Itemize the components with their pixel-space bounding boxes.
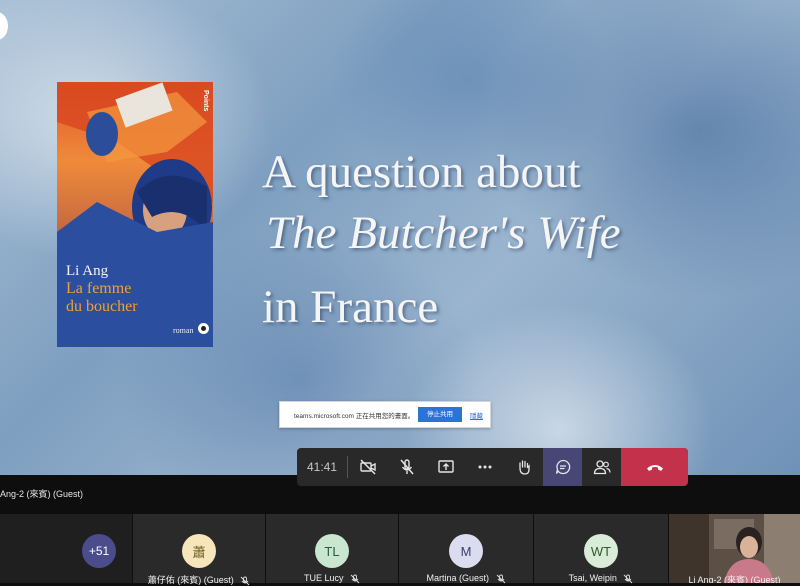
overflow-tile[interactable]: +51 [0,514,132,583]
chat-icon [555,459,570,475]
book-title-line-2: du boucher [66,298,138,315]
participant-gallery: +51 蕭 蕭仔佑 (來賓) (Guest) TL TUE Lucy M Mar… [0,512,800,586]
participant-name-text: TUE Lucy [303,573,344,583]
camera-toggle-button[interactable] [348,448,387,486]
slide-title-line-2: The Butcher's Wife [266,207,621,259]
chat-button[interactable] [543,448,582,486]
edge-indicator [0,12,8,40]
screen-share-banner: teams.microsoft.com 正在共用您的畫面。 停止共用 隱藏 [279,401,491,428]
mic-toggle-button[interactable] [387,448,426,486]
more-icon [478,465,491,469]
self-name: Li Ang-2 (來賓) (Guest) [669,573,800,583]
speaker-name-strip: Ang-2 (來賓) (Guest) [0,487,800,501]
book-title-line-1: La femme [66,280,132,297]
participant-tile[interactable]: WT Tsai, Weipin [534,514,668,583]
participant-tile[interactable]: 蕭 蕭仔佑 (來賓) (Guest) [133,514,265,586]
participant-name: 蕭仔佑 (來賓) (Guest) [133,573,265,586]
publisher-logo-icon [198,323,209,334]
publisher-label: Points [202,90,209,112]
shared-slide: Points Li Ang La femme du boucher roman … [0,0,800,475]
share-message: teams.microsoft.com 正在共用您的畫面。 [294,413,415,420]
participant-name-text: Martina (Guest) [426,573,489,583]
mic-muted-icon [624,574,633,583]
speaker-name: Ang-2 (來賓) (Guest) [0,489,84,499]
hang-up-icon [646,465,663,471]
mic-off-icon [399,459,414,475]
participants-button[interactable] [582,448,621,486]
self-name-text: Li Ang-2 (來賓) (Guest) [688,575,781,583]
avatar: TL [315,534,349,568]
mic-muted-icon [496,574,505,583]
book-title: La femme du boucher [66,280,206,316]
more-actions-button[interactable] [465,448,504,486]
stop-sharing-button[interactable]: 停止共用 [418,407,462,422]
participant-name-text: 蕭仔佑 (來賓) (Guest) [147,575,234,585]
raise-hand-button[interactable] [504,448,543,486]
avatar: 蕭 [182,534,216,568]
participants-icon [593,460,611,475]
participant-tile[interactable]: TL TUE Lucy [266,514,398,583]
self-video-tile[interactable]: Li Ang-2 (來賓) (Guest) [669,514,800,583]
overflow-count: +51 [82,534,116,568]
participant-name-text: Tsai, Weipin [568,573,617,583]
call-timer: 41:41 [306,460,338,474]
mic-muted-icon [240,576,250,585]
book-series: roman [173,326,194,335]
share-screen-button[interactable] [426,448,465,486]
avatar: WT [584,534,618,568]
camera-off-icon [359,459,376,475]
mic-muted-icon [350,574,360,583]
slide-title-line-1: A question about [262,146,581,198]
raise-hand-icon [518,460,530,475]
book-cover: Points Li Ang La femme du boucher roman [57,82,213,347]
share-screen-icon [437,460,454,473]
participant-name: Tsai, Weipin [534,573,668,584]
participant-name: Martina (Guest) [399,573,533,584]
hide-banner-link[interactable]: 隱藏 [470,410,483,420]
participant-tile[interactable]: M Martina (Guest) [399,514,533,583]
participant-name: TUE Lucy [266,573,398,584]
book-author: Li Ang [66,263,109,279]
slide-title-line-3: in France [262,281,439,333]
avatar: M [449,534,483,568]
hang-up-button[interactable] [621,448,688,486]
call-controls: 41:41 [297,448,688,486]
